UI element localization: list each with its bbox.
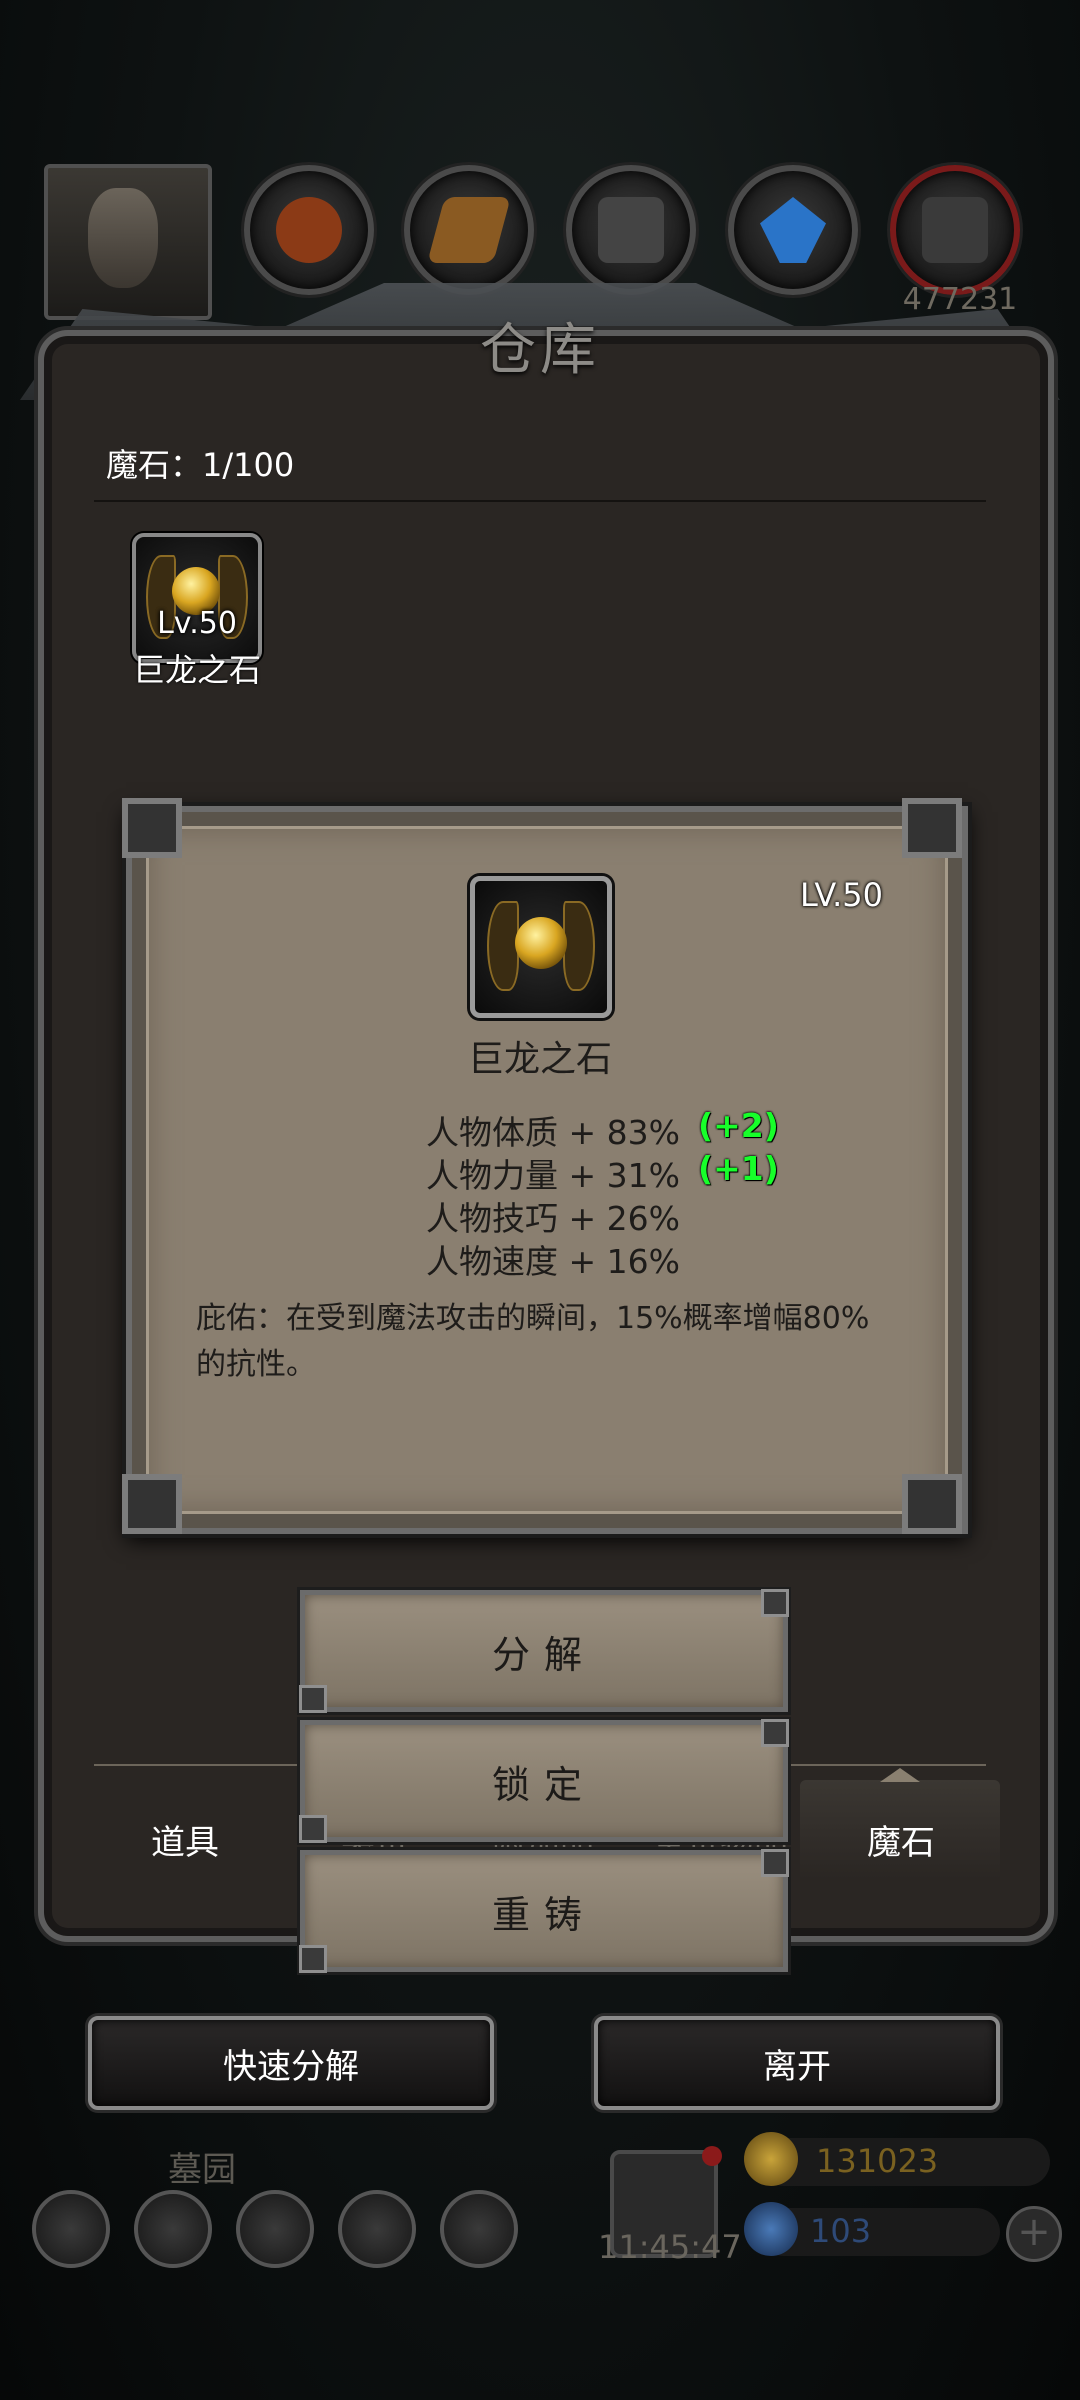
character-portrait[interactable] bbox=[44, 164, 212, 320]
panel-divider bbox=[94, 500, 986, 502]
tab-magic-stones[interactable]: 魔石 bbox=[846, 1815, 956, 1864]
notification-dot bbox=[702, 2146, 722, 2166]
location-label: 墓园 bbox=[168, 2150, 236, 2190]
stone-resource-slot[interactable] bbox=[566, 165, 696, 295]
menu-corner bbox=[299, 1945, 327, 1973]
stat-strength: 人物力量 + 31% bbox=[426, 1156, 680, 1195]
detail-corner-br bbox=[902, 1474, 962, 1534]
gold-coin-icon bbox=[744, 2132, 798, 2186]
menu-corner bbox=[761, 1589, 789, 1617]
recast-button[interactable]: 重铸 bbox=[299, 1849, 789, 1973]
detail-dragon-stone-icon bbox=[515, 917, 567, 969]
active-tab-arrow bbox=[880, 1768, 920, 1782]
detail-stone-slot bbox=[470, 876, 612, 1018]
menu-corner bbox=[761, 1849, 789, 1877]
gold-amount: 131023 bbox=[816, 2142, 939, 2180]
settings-icon[interactable] bbox=[32, 2190, 110, 2268]
detail-corner-tr bbox=[902, 798, 962, 858]
menu-corner bbox=[299, 1685, 327, 1713]
stat-skill: 人物技巧 + 26% bbox=[426, 1199, 680, 1238]
recast-label: 重铸 bbox=[491, 1892, 596, 1937]
magic-stone-count: 魔石：1/100 bbox=[106, 446, 295, 484]
detail-level: LV.50 bbox=[800, 876, 883, 914]
panel-title: 仓库 bbox=[480, 318, 600, 383]
tab-items[interactable]: 道具 bbox=[130, 1815, 240, 1864]
crystal-icon bbox=[760, 197, 826, 263]
lock-label: 锁定 bbox=[491, 1762, 596, 1807]
crystal-resource-slot[interactable] bbox=[728, 165, 858, 295]
game-clock: 11:45:47 bbox=[598, 2228, 742, 2266]
menu-corner bbox=[299, 1815, 327, 1843]
blessing-description: 庇佑：在受到魔法攻击的瞬间，15%概率增幅80%的抗性。 bbox=[196, 1301, 870, 1382]
stone-icon bbox=[598, 197, 664, 263]
stat-strength-bonus: (+1) bbox=[698, 1149, 779, 1188]
detail-wing-right bbox=[563, 901, 595, 991]
add-gems-icon[interactable]: + bbox=[1006, 2206, 1062, 2262]
iron-resource-slot[interactable] bbox=[890, 165, 1020, 295]
gem-amount: 103 bbox=[810, 2212, 872, 2250]
meat-icon bbox=[276, 197, 342, 263]
item-level: Lv.50 bbox=[157, 606, 237, 641]
item-name: 巨龙之石 bbox=[132, 651, 261, 689]
stat-constitution: 人物体质 + 83% bbox=[426, 1113, 680, 1152]
shop-icon[interactable] bbox=[440, 2190, 518, 2268]
portrait-face bbox=[88, 188, 158, 288]
menu-corner bbox=[761, 1719, 789, 1747]
decompose-button[interactable]: 分解 bbox=[299, 1589, 789, 1713]
decompose-label: 分解 bbox=[491, 1632, 596, 1677]
mail-icon[interactable] bbox=[338, 2190, 416, 2268]
leave-button[interactable]: 离开 bbox=[594, 2016, 1000, 2110]
blue-gem-icon bbox=[744, 2202, 798, 2256]
detail-corner-tl bbox=[122, 798, 182, 858]
wood-resource-slot[interactable] bbox=[404, 165, 534, 295]
lock-button[interactable]: 锁定 bbox=[299, 1719, 789, 1843]
guild-icon[interactable] bbox=[236, 2190, 314, 2268]
stat-speed: 人物速度 + 16% bbox=[426, 1242, 680, 1281]
quick-decompose-button[interactable]: 快速分解 bbox=[88, 2016, 494, 2110]
detail-name: 巨龙之石 bbox=[467, 1039, 612, 1080]
meat-resource-slot[interactable] bbox=[244, 165, 374, 295]
detail-corner-bl bbox=[122, 1474, 182, 1534]
stat-constitution-bonus: (+2) bbox=[698, 1106, 779, 1145]
achievement-icon[interactable] bbox=[134, 2190, 212, 2268]
dragon-stone-item-slot[interactable] bbox=[132, 533, 262, 663]
iron-icon bbox=[922, 197, 988, 263]
wood-icon bbox=[427, 197, 511, 263]
